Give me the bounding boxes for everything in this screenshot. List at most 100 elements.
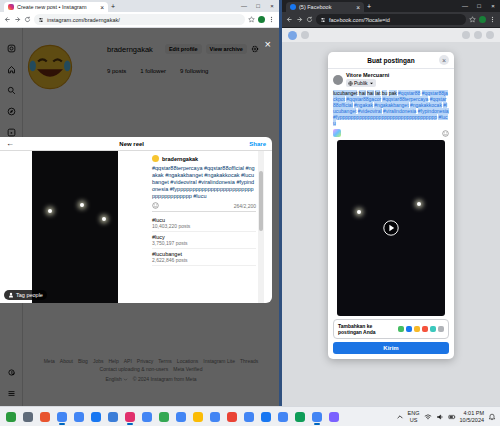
profile-avatar-icon[interactable] [258,16,265,23]
taskbar-app[interactable] [21,409,35,425]
app-icon [227,412,237,422]
top-navigation [282,28,500,42]
taskbar-app[interactable] [174,409,188,425]
back-arrow-icon[interactable] [286,16,293,23]
facebook-logo-icon[interactable] [288,31,297,40]
hashtag-suggestion[interactable]: #lucy 3,750,197 posts [152,232,256,249]
share-button[interactable]: Share [249,141,266,147]
taskbar-app[interactable] [38,409,52,425]
browser-tab[interactable]: (5) Facebook × [286,2,364,12]
feeling-icon[interactable] [414,326,420,332]
post-author: braderngakak [152,155,256,162]
menu-dots-icon[interactable] [268,16,275,23]
taskbar-app[interactable] [259,409,273,425]
messenger-icon[interactable] [474,31,482,39]
clock[interactable]: 4:01 PM10/5/2024 [460,410,484,423]
window-control-button[interactable]: □ [472,0,486,12]
back-button[interactable]: ← [6,139,14,148]
taskbar-app[interactable] [140,409,154,425]
app-icon [159,412,169,422]
taskbar-app[interactable] [310,409,324,425]
new-reel-dialog: ← New reel Share Tag people braderngakak… [0,137,272,303]
tab-strip: Create new post • Instagram × + —□× [0,0,279,12]
tab-close-button[interactable]: × [356,4,360,11]
post-text-field[interactable]: lucubanget hai hai lat bu pak #qqstar88 … [328,90,454,126]
menu-icon[interactable] [462,31,470,39]
taskbar-app[interactable] [191,409,205,425]
wifi-icon[interactable] [424,413,432,421]
video-frame[interactable] [32,151,118,303]
tag-people-icon[interactable] [406,326,412,332]
create-post-dialog: Buat postingan × Vitore Mercuarni Publik… [328,52,454,359]
profile-avatar-icon[interactable] [479,16,486,23]
play-icon[interactable] [383,220,399,236]
speaker-icon[interactable] [436,413,444,421]
taskbar-app[interactable] [4,409,18,425]
taskbar-app[interactable] [327,409,341,425]
user-avatar-icon [333,75,343,85]
running-indicator [127,423,133,425]
bookmark-star-icon[interactable] [248,16,255,23]
taskbar-app[interactable] [89,409,103,425]
input-language[interactable]: ENGUS [408,410,420,423]
forward-arrow-icon[interactable] [14,16,21,23]
text-background-icon[interactable] [333,129,341,137]
tab-title: (5) Facebook [299,4,353,10]
window-control-button[interactable]: — [237,0,251,12]
taskbar-app[interactable] [157,409,171,425]
forward-arrow-icon[interactable] [296,16,303,23]
back-arrow-icon[interactable] [4,16,11,23]
bookmark-star-icon[interactable] [469,16,476,23]
audience-selector[interactable]: Publik [346,79,376,87]
close-button[interactable]: × [265,38,271,50]
notifications-icon[interactable] [486,31,494,39]
new-tab-button[interactable]: + [367,3,371,10]
caption-field[interactable]: #qqstar88terpercaya #qqstar88official #n… [152,165,256,199]
taskbar-app[interactable] [55,409,69,425]
modal-backdrop[interactable]: × ← New reel Share Tag people braderngak… [0,28,279,406]
battery-icon[interactable] [448,413,456,421]
emoji-icon[interactable] [442,130,449,137]
scrollbar[interactable] [258,151,264,303]
notification-bell-icon[interactable] [488,413,496,421]
hashtag-suggestion[interactable]: #lucubanget 2,622,846 posts [152,249,256,266]
app-icon [57,412,67,422]
show-hidden-icons-icon[interactable] [396,413,404,421]
taskbar-app[interactable] [242,409,256,425]
window-control-button[interactable]: × [265,0,279,12]
window-control-button[interactable]: □ [251,0,265,12]
tag-people-button[interactable]: Tag people [4,290,47,300]
address-bar: facebook.com/?locale=id [282,12,500,28]
post-author: Vitore Mercuarni Publik [328,72,454,87]
gif-icon[interactable] [430,326,436,332]
url-field[interactable]: facebook.com/?locale=id [316,14,466,25]
menu-dots-icon[interactable] [489,16,496,23]
taskbar-app[interactable] [72,409,86,425]
new-tab-button[interactable]: + [111,3,115,10]
taskbar-app[interactable] [208,409,222,425]
post-button[interactable]: Kirim [333,342,449,354]
app-icon [125,412,135,422]
video-preview[interactable] [337,140,445,316]
emoji-icon[interactable] [152,202,159,209]
close-button[interactable]: × [439,55,449,65]
browser-tab[interactable]: Create new post • Instagram × [4,2,108,12]
taskbar-app[interactable] [276,409,290,425]
taskbar-app[interactable] [293,409,307,425]
url-field[interactable]: instagram.com/braderngakak/ [34,14,245,25]
taskbar-app[interactable] [123,409,137,425]
tab-close-button[interactable]: × [100,4,104,11]
site-info-icon[interactable] [320,17,326,23]
search-icon[interactable] [301,31,309,39]
site-info-icon[interactable] [38,17,44,23]
hashtag-suggestion[interactable]: #lucu 10,403,220 posts [152,215,256,232]
window-control-button[interactable]: — [458,0,472,12]
reload-icon[interactable] [306,16,313,23]
location-icon[interactable] [422,326,428,332]
window-control-button[interactable]: × [486,0,500,12]
taskbar-app[interactable] [225,409,239,425]
reload-icon[interactable] [24,16,31,23]
photo-icon[interactable] [398,326,404,332]
taskbar-app[interactable] [106,409,120,425]
more-icon[interactable] [438,326,444,332]
